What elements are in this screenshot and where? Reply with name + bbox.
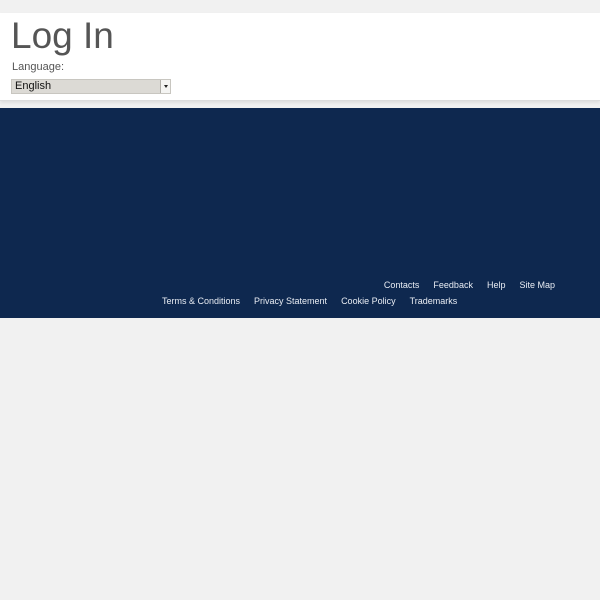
footer: Contacts Feedback Help Site Map Terms & … — [0, 108, 600, 318]
language-select[interactable]: English — [11, 79, 171, 94]
page-title: Log In — [11, 15, 114, 56]
footer-link-cookie-policy[interactable]: Cookie Policy — [341, 296, 396, 306]
footer-link-terms[interactable]: Terms & Conditions — [162, 296, 240, 306]
footer-link-site-map[interactable]: Site Map — [519, 280, 555, 290]
footer-links-primary: Contacts Feedback Help Site Map — [384, 280, 555, 290]
footer-link-contacts[interactable]: Contacts — [384, 280, 420, 290]
language-label: Language: — [12, 61, 64, 73]
language-selected-value: English — [15, 80, 52, 92]
chevron-down-icon[interactable] — [160, 80, 170, 93]
footer-link-help[interactable]: Help — [487, 280, 506, 290]
footer-link-privacy[interactable]: Privacy Statement — [254, 296, 327, 306]
header: Log In Language: English — [0, 13, 600, 101]
top-strip — [0, 0, 600, 13]
footer-link-feedback[interactable]: Feedback — [433, 280, 473, 290]
footer-link-trademarks[interactable]: Trademarks — [410, 296, 458, 306]
footer-links-legal: Terms & Conditions Privacy Statement Coo… — [162, 296, 457, 306]
